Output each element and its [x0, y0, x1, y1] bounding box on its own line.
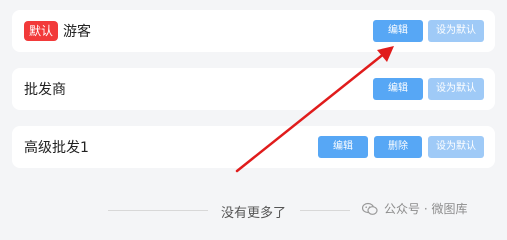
- annotation-arrow: [235, 46, 394, 173]
